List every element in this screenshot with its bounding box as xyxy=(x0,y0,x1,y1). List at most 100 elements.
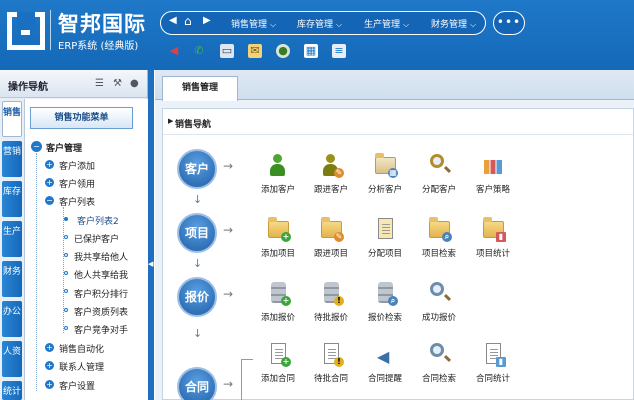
tree-expand-icon[interactable]: + xyxy=(45,361,54,370)
sales-menu-button[interactable]: 销售功能菜单 xyxy=(30,107,133,129)
nav-item-sales[interactable]: 销售管理 ⌵ xyxy=(231,17,276,30)
vtab-finance[interactable]: 财务 xyxy=(2,261,22,297)
tree-collapse-icon[interactable]: − xyxy=(31,141,42,152)
database-search-icon: ⌕ xyxy=(372,280,398,306)
phone-icon[interactable]: ✆ xyxy=(192,44,206,58)
tree-leaf-bullet xyxy=(64,271,68,275)
tree-item-points-ranking[interactable]: 客户积分排行 xyxy=(74,287,128,300)
stage-contract[interactable]: 合同 xyxy=(177,367,217,400)
notes-icon[interactable]: ≡ xyxy=(332,44,346,58)
func-contract-stats[interactable]: ▮ 合同统计 xyxy=(468,341,518,384)
wrench-icon[interactable]: ⚒ xyxy=(113,78,122,89)
tree-item-shared-to-me[interactable]: 他人共享给我 xyxy=(74,268,128,281)
func-search-quote[interactable]: ⌕ 报价检索 xyxy=(360,280,410,323)
arrow-down-icon: ↓ xyxy=(193,327,203,340)
tree-item-add-customer[interactable]: 客户添加 xyxy=(59,159,95,172)
vtab-hr[interactable]: 人资 xyxy=(2,341,22,377)
strategy-chart-icon xyxy=(480,152,506,178)
tree-item-qualification-list[interactable]: 客户资质列表 xyxy=(74,305,128,318)
tree-root-customer-management[interactable]: 客户管理 xyxy=(46,141,82,154)
stage-quote[interactable]: 报价 xyxy=(177,277,217,317)
func-pending-contract[interactable]: ! 待批合同 xyxy=(306,341,356,384)
chevron-down-icon: ⌵ xyxy=(270,20,277,29)
chevron-down-icon: ⌵ xyxy=(403,20,410,29)
tree-item-competitors[interactable]: 客户竞争对手 xyxy=(74,323,128,336)
tab-sales-management[interactable]: 销售管理 xyxy=(162,76,238,101)
document-add-icon: + xyxy=(265,341,291,367)
sidebar-collapse-handle[interactable]: ◀ xyxy=(148,70,154,400)
vtab-stats[interactable]: 统计 xyxy=(2,381,22,400)
magnifier-chart-icon xyxy=(426,280,452,306)
more-menu-button[interactable]: ••• xyxy=(493,11,525,35)
tree-item-sales-automation[interactable]: 销售自动化 xyxy=(59,342,104,355)
list-icon[interactable]: ☰ xyxy=(95,78,104,89)
module-nav: ◀ ⌂ ▶ 销售管理 ⌵ 库存管理 ⌵ 生产管理 ⌵ 财务管理 ⌵ xyxy=(160,11,486,35)
chat-icon[interactable]: ● xyxy=(276,44,290,58)
mail-icon[interactable]: ✉ xyxy=(248,44,262,58)
func-add-quote[interactable]: + 添加报价 xyxy=(253,280,303,323)
sidebar-tree: 销售功能菜单 − 客户管理 + 客户添加 + 客户领用 − 客户列表 客户列表2… xyxy=(24,99,148,400)
tree-collapse-icon[interactable]: − xyxy=(45,196,54,205)
flow-bracket xyxy=(241,359,253,400)
nav-item-inventory[interactable]: 库存管理 ⌵ xyxy=(297,17,342,30)
tree-expand-icon[interactable]: + xyxy=(45,343,54,352)
tree-expand-icon[interactable]: + xyxy=(45,160,54,169)
database-add-icon: + xyxy=(265,280,291,306)
func-success-quote[interactable]: 成功报价 xyxy=(414,280,464,323)
folder-stats-icon: ▮ xyxy=(480,216,506,242)
chevron-down-icon: ⌵ xyxy=(470,20,477,29)
tree-item-shared-to-others[interactable]: 我共享给他人 xyxy=(74,250,128,263)
analyze-icon: ▦ xyxy=(372,152,398,178)
tree-item-contacts[interactable]: 联系人管理 xyxy=(59,360,104,373)
user-icon[interactable]: ● xyxy=(130,78,139,89)
nav-back-button[interactable]: ◀ xyxy=(169,15,177,26)
panel-header: ▶ 销售导航 xyxy=(163,109,633,135)
func-follow-project[interactable]: ✎ 跟进项目 xyxy=(306,216,356,259)
stage-customer[interactable]: 客户 xyxy=(177,149,217,189)
vtab-inventory[interactable]: 库存 xyxy=(2,181,22,217)
folder-add-icon: + xyxy=(265,216,291,242)
vtab-office[interactable]: 办公 xyxy=(2,301,22,337)
database-pending-icon: ! xyxy=(318,280,344,306)
tree-expand-icon[interactable]: + xyxy=(45,178,54,187)
func-search-contract[interactable]: 合同检索 xyxy=(414,341,464,384)
nav-item-finance[interactable]: 财务管理 ⌵ xyxy=(431,17,476,30)
logo-subtitle: ERP系统 (经典版) xyxy=(58,41,139,52)
func-search-project[interactable]: ⌕ 项目检索 xyxy=(414,216,464,259)
vtab-production[interactable]: 生产 xyxy=(2,221,22,257)
func-add-project[interactable]: + 添加项目 xyxy=(253,216,303,259)
tree-leaf-bullet xyxy=(64,235,68,239)
func-pending-quote[interactable]: ! 待批报价 xyxy=(306,280,356,323)
func-follow-customer[interactable]: ✎ 跟进客户 xyxy=(306,152,356,195)
func-add-customer[interactable]: 添加客户 xyxy=(253,152,303,195)
nav-item-production[interactable]: 生产管理 ⌵ xyxy=(364,17,409,30)
func-add-contract[interactable]: + 添加合同 xyxy=(253,341,303,384)
func-assign-customer[interactable]: 分配客户 xyxy=(414,152,464,195)
vtab-marketing[interactable]: 营销 xyxy=(2,141,22,177)
tree-guide-line xyxy=(63,207,64,333)
func-project-stats[interactable]: ▮ 项目统计 xyxy=(468,216,518,259)
tree-item-protected-customers[interactable]: 已保护客户 xyxy=(74,232,119,245)
tree-item-customer-settings[interactable]: 客户设置 xyxy=(59,379,95,392)
vtab-sales[interactable]: 销售 xyxy=(2,101,22,137)
main-content: 销售管理 ▶ 销售导航 客户 → ↓ 添加客户 ✎ 跟进客户 ▦ 分析客户 分配… xyxy=(155,70,634,400)
tree-item-claim-customer[interactable]: 客户领用 xyxy=(59,177,95,190)
func-contract-reminder[interactable]: ◀ 合同提醒 xyxy=(360,341,410,384)
stage-project[interactable]: 项目 xyxy=(177,213,217,253)
func-assign-project[interactable]: 分配项目 xyxy=(360,216,410,259)
tree-leaf-bullet xyxy=(64,289,68,293)
tree-expand-icon[interactable]: + xyxy=(45,380,54,389)
home-icon[interactable]: ⌂ xyxy=(184,14,192,28)
grid-icon[interactable]: ▦ xyxy=(304,44,318,58)
megaphone-icon[interactable]: ◀ xyxy=(167,44,181,58)
nav-forward-button[interactable]: ▶ xyxy=(203,15,211,26)
tree-item-customer-list-2[interactable]: 客户列表2 xyxy=(77,214,119,227)
collapse-arrow-icon: ◀ xyxy=(148,260,154,268)
arrow-right-icon: → xyxy=(223,377,234,391)
func-analyze-customer[interactable]: ▦ 分析客户 xyxy=(360,152,410,195)
folder-search-icon: ⌕ xyxy=(426,216,452,242)
tree-leaf-bullet xyxy=(64,308,68,312)
tree-item-customer-list[interactable]: 客户列表 xyxy=(59,195,95,208)
func-customer-strategy[interactable]: 客户策略 xyxy=(468,152,518,195)
monitor-icon[interactable]: ▭ xyxy=(220,44,234,58)
